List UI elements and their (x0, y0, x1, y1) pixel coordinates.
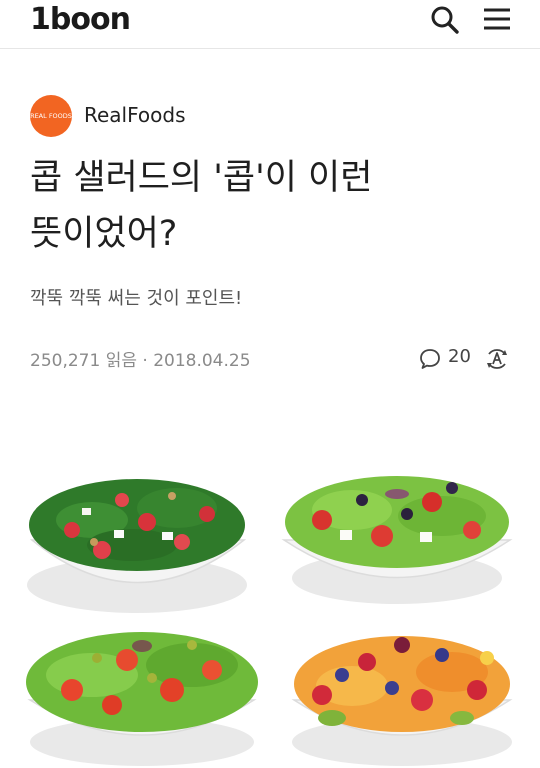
top-bar: 1boon (0, 0, 540, 49)
comment-icon (420, 349, 440, 369)
author-avatar[interactable]: REAL FOODS (30, 95, 72, 137)
search-icon[interactable] (428, 4, 462, 38)
site-logo[interactable]: 1boon (30, 2, 131, 37)
bowl-lettuce-tomato (26, 632, 258, 766)
meta-separator: · (142, 351, 148, 371)
bowl-greek-salad (281, 476, 513, 604)
bowl-fruit-salad (291, 636, 513, 766)
article-subtitle: 깍뚝 깍뚝 써는 것이 포인트! (30, 288, 243, 309)
menu-icon[interactable] (480, 4, 514, 38)
article-title: 콥 샐러드의 '콥'이 이런 뜻이었어? (30, 150, 510, 262)
publish-date: 2018.04.25 (153, 351, 251, 371)
article-title-line1: 콥 샐러드의 '콥'이 이런 (30, 158, 373, 198)
article-meta: 250,271 읽음 · 2018.04.25 (30, 346, 251, 371)
salad-bowls-image (22, 450, 518, 768)
bowl-spinach-strawberry (27, 479, 247, 613)
author-name[interactable]: RealFoods (84, 103, 186, 127)
font-size-icon[interactable] (484, 346, 510, 372)
comment-count: 20 (448, 346, 471, 367)
article-title-line2: 뜻이었어? (30, 214, 178, 254)
view-count: 250,271 읽음 (30, 351, 137, 371)
